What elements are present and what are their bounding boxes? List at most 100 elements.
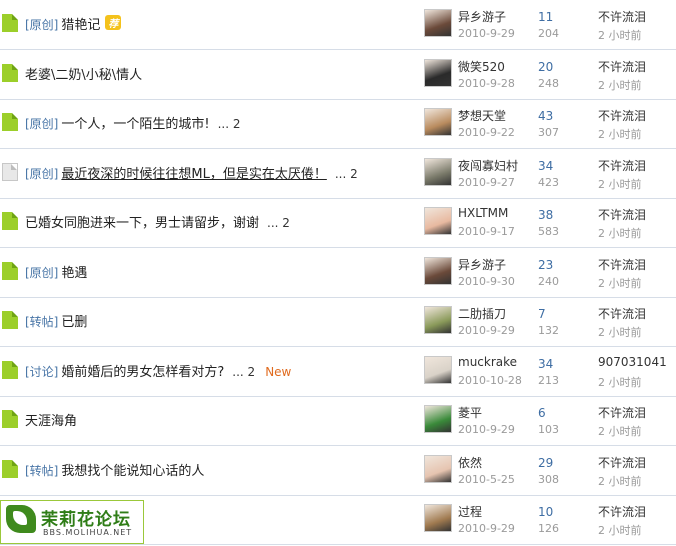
avatar[interactable] [424,207,452,235]
thread-title-link[interactable]: 老婆\二奶\小秘\情人 [25,68,142,83]
post-date: 2010-9-22 [458,126,515,139]
logo-name: 茉莉花论坛 [41,510,131,530]
post-date: 2010-9-29 [458,423,515,436]
avatar[interactable] [424,356,452,384]
thread-title-cell: [转帖] 我想找个能说知心话的人 [25,460,204,479]
page-link[interactable]: ... 2 [335,167,358,181]
last-reply-user-link[interactable]: 不许流泪 [598,107,646,124]
last-reply-time: 2 小时前 [598,227,642,240]
logo-url: BBS.MOLIHUA.NET [43,528,133,537]
last-reply-user-link[interactable]: 不许流泪 [598,206,646,223]
author-link[interactable]: 菱平 [458,404,482,421]
author-link[interactable]: 梦想天堂 [458,107,506,124]
thread-title-cell: [转帖] 已删 [25,311,87,330]
avatar[interactable] [424,158,452,186]
view-count: 308 [538,473,559,486]
avatar[interactable] [424,9,452,37]
last-reply-user-link[interactable]: 907031041 [598,355,667,369]
reply-count: 43 [538,109,554,123]
last-reply-time: 2 小时前 [598,277,642,290]
last-reply-user-link[interactable]: 不许流泪 [598,8,646,25]
avatar[interactable] [424,59,452,87]
thread-title-link[interactable]: 一个人，一个陌生的城市! [61,117,209,132]
thread-title-cell: 天涯海角 [25,410,77,429]
reply-count: 29 [538,456,554,470]
thread-title-link[interactable]: 艳遇 [61,266,87,281]
topic-folder-icon [2,113,18,131]
author-link[interactable]: 二肋插刀 [458,305,506,322]
last-reply-time: 2 小时前 [598,475,642,488]
topic-folder-icon [2,262,18,280]
reply-count: 38 [538,208,554,222]
avatar[interactable] [424,504,452,532]
thread-category-link[interactable]: [原创] [25,266,58,280]
author-link[interactable]: 微笑520 [458,58,505,75]
thread-category-link[interactable]: [原创] [25,167,58,181]
author-link[interactable]: HXLTMM [458,206,508,220]
last-reply-user-link[interactable]: 不许流泪 [598,404,646,421]
avatar[interactable] [424,405,452,433]
last-reply-user-link[interactable]: 不许流泪 [598,305,646,322]
last-reply-user-link[interactable]: 不许流泪 [598,157,646,174]
thread-category-link[interactable]: [转帖] [25,464,58,478]
table-row: [讨论] 婚前婚后的男女怎样看对方? ... 2 New muckrake 2010-10… [0,347,676,397]
thread-category-link[interactable]: [讨论] [25,365,58,379]
thread-title-link[interactable]: 已删 [61,315,87,330]
last-reply-time: 2 小时前 [598,178,642,191]
last-reply-user-link[interactable]: 不许流泪 [598,58,646,75]
recommended-badge: 荐 [105,15,122,30]
last-reply-user-link[interactable]: 不许流泪 [598,503,646,520]
thread-title-cell: [原创] 最近夜深的时候往往想ML，但是实在太厌倦！ ... 2 [25,163,358,182]
thread-title-link[interactable]: 最近夜深的时候往往想ML，但是实在太厌倦！ [61,167,326,182]
view-count: 307 [538,126,559,139]
author-link[interactable]: 异乡游子 [458,256,506,273]
new-badge: New [265,365,292,379]
author-link[interactable]: 依然 [458,454,482,471]
avatar[interactable] [424,455,452,483]
last-reply-user-link[interactable]: 不许流泪 [598,454,646,471]
last-reply-time: 2 小时前 [598,524,642,537]
table-row: [原创] 一个人，一个陌生的城市! ... 2 梦想天堂 2010-9-22 43 307 不… [0,99,676,149]
thread-title-link[interactable]: 我想找个能说知心话的人 [61,464,204,479]
topic-folder-icon [2,460,18,478]
thread-category-link[interactable]: [原创] [25,117,58,131]
post-date: 2010-10-28 [458,374,522,387]
page-link[interactable]: ... 2 [267,216,290,230]
reply-count: 6 [538,406,546,420]
reply-count: 7 [538,307,546,321]
page-link[interactable]: ... 2 [232,365,255,379]
avatar[interactable] [424,306,452,334]
author-link[interactable]: 异乡游子 [458,8,506,25]
view-count: 213 [538,374,559,387]
post-date: 2010-9-30 [458,275,515,288]
author-link[interactable]: 过程 [458,503,482,520]
thread-title-cell: [讨论] 婚前婚后的男女怎样看对方? ... 2 New [25,361,291,380]
page-link[interactable]: ... 2 [218,117,241,131]
avatar[interactable] [424,108,452,136]
thread-title-link[interactable]: 猎艳记 [61,18,100,33]
last-reply-time: 2 小时前 [598,376,642,389]
author-link[interactable]: 夜闯寡妇村 [458,157,518,174]
topic-folder-icon [2,212,18,230]
post-date: 2010-5-25 [458,473,515,486]
forum-logo-watermark: 茉莉花论坛 BBS.MOLIHUA.NET [0,500,144,544]
table-row: [转帖] 我想找个能说知心话的人 依然 2010-5-25 29 308 不许流泪 2 小时前 [0,446,676,496]
thread-category-link[interactable]: [原创] [25,18,58,32]
table-row: [原创] 最近夜深的时候往往想ML，但是实在太厌倦！ ... 2 夜闯寡妇村 2010-… [0,149,676,199]
avatar[interactable] [424,257,452,285]
thread-title-link[interactable]: 天涯海角 [25,414,77,429]
table-row: 天涯海角 菱平 2010-9-29 6 103 不许流泪 2 小时前 [0,396,676,446]
view-count: 103 [538,423,559,436]
last-reply-time: 2 小时前 [598,326,642,339]
thread-title-cell: 已婚女同胞进来一下，男士请留步，谢谢 ... 2 [25,212,290,231]
topic-folder-icon [2,361,18,379]
last-reply-time: 2 小时前 [598,425,642,438]
last-reply-time: 2 小时前 [598,128,642,141]
thread-title-link[interactable]: 婚前婚后的男女怎样看对方? [61,365,224,380]
thread-category-link[interactable]: [转帖] [25,315,58,329]
thread-title-link[interactable]: 已婚女同胞进来一下，男士请留步，谢谢 [25,216,259,231]
thread-title-cell: [原创] 一个人，一个陌生的城市! ... 2 [25,113,241,132]
table-row: [原创] 艳遇 异乡游子 2010-9-30 23 240 不许流泪 2 小时前 [0,248,676,298]
last-reply-user-link[interactable]: 不许流泪 [598,256,646,273]
author-link[interactable]: muckrake [458,355,517,369]
